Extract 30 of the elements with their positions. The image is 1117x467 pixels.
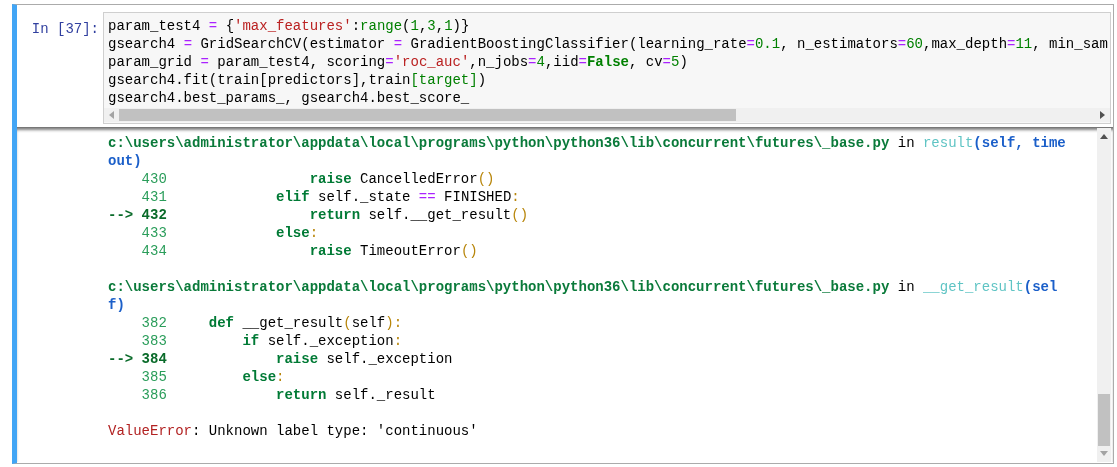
scrollbar-thumb[interactable] <box>1098 394 1110 446</box>
code-line: gsearch4 = GridSearchCV(estimator = GradientBoostingClassifier(learning_rate=0.1, n_estimators=60,max_depth=11, min_sam <box>108 35 1108 53</box>
code-input-area[interactable] <box>103 12 1111 124</box>
traceback-path-line: f) <box>108 296 125 314</box>
code-line: param_test4 = {'max_features':range(1,3,1)} <box>108 17 470 35</box>
traceback-source-line: --> 384 raise self._exception <box>108 350 453 368</box>
traceback-source-line: 386 return self._result <box>140 386 436 404</box>
code-line: gsearch4.fit(train[predictors],train[target]) <box>108 71 487 89</box>
traceback-path-line: c:\users\administrator\appdata\local\programs\python\python36\lib\concurrent\futures\_base.py in result(self, time <box>108 134 1066 152</box>
input-prompt: In [37]: <box>31 20 99 39</box>
traceback-source-line: 382 def __get_result(self): <box>140 314 403 332</box>
traceback-source-line: 430 raise CancelledError() <box>140 170 495 188</box>
traceback-source-line: 431 elif self._state == FINISHED: <box>140 188 520 206</box>
traceback-source-line: 385 else: <box>140 368 285 386</box>
scroll-right-icon[interactable] <box>1097 110 1107 120</box>
traceback-source-line: --> 432 return self.__get_result() <box>108 206 529 224</box>
scrollbar-thumb[interactable] <box>119 109 736 121</box>
scroll-up-icon[interactable] <box>1099 132 1109 142</box>
scroll-left-icon[interactable] <box>107 110 117 120</box>
traceback-source-line: 383 if self._exception: <box>140 332 403 350</box>
error-message: ValueError: Unknown label type: 'continuous' <box>108 422 478 440</box>
horizontal-scrollbar[interactable] <box>104 108 1110 122</box>
vertical-scrollbar[interactable] <box>1097 128 1111 462</box>
traceback-path-line: c:\users\administrator\appdata\local\programs\python\python36\lib\concurrent\futures\_base.py in __get_result(sel <box>108 278 1058 296</box>
code-line: param_grid = param_test4, scoring='roc_auc',n_jobs=4,iid=False, cv=5) <box>108 53 688 71</box>
traceback-path-line: out) <box>108 152 142 170</box>
scroll-down-icon[interactable] <box>1099 448 1109 458</box>
traceback-source-line: 434 raise TimeoutError() <box>140 242 478 260</box>
traceback-source-line: 433 else: <box>140 224 319 242</box>
code-line: gsearch4.best_params_, gsearch4.best_score_ <box>108 89 470 107</box>
